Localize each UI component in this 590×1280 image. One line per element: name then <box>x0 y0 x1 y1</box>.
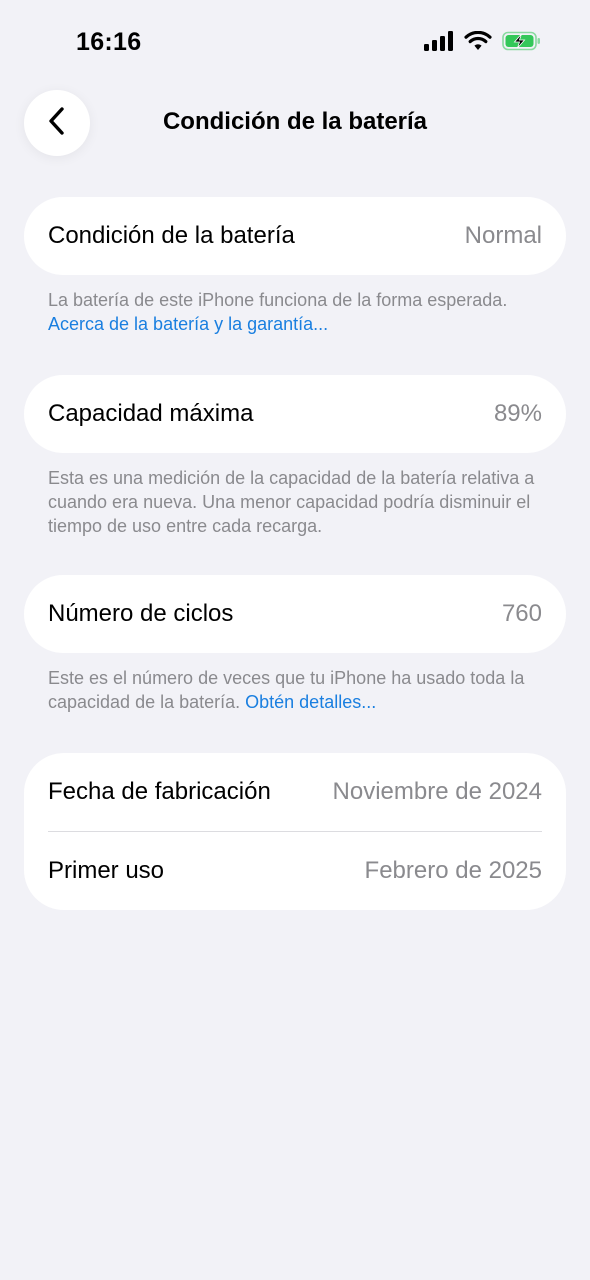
maximum-capacity-value: 89% <box>493 400 542 427</box>
first-use-label: Primer uso <box>48 857 165 884</box>
battery-health-card: Condición de la batería Normal <box>24 197 566 275</box>
cycle-count-row: Número de ciclos 760 <box>24 575 566 653</box>
status-icons <box>424 30 542 56</box>
manufacture-date-row: Fecha de fabricación Noviembre de 2024 <box>24 753 566 831</box>
battery-health-footnote-text: La batería de este iPhone funciona de la… <box>48 290 508 310</box>
cycle-count-value: 760 <box>501 600 542 627</box>
cycle-count-footnote: Este es el número de veces que tu iPhone… <box>48 666 548 714</box>
battery-health-value: Normal <box>464 222 542 249</box>
battery-warranty-link[interactable]: Acerca de la batería y la garantía... <box>48 314 328 334</box>
maximum-capacity-footnote-text: Esta es una medición de la capacidad de … <box>48 468 535 536</box>
maximum-capacity-footnote: Esta es una medición de la capacidad de … <box>48 466 548 538</box>
signal-icon <box>424 31 454 56</box>
status-time: 16:16 <box>76 28 142 56</box>
battery-health-footnote: La batería de este iPhone funciona de la… <box>48 288 548 336</box>
maximum-capacity-row: Capacidad máxima 89% <box>24 375 566 453</box>
cycle-details-link[interactable]: Obtén detalles... <box>245 692 376 712</box>
manufacture-date-value: Noviembre de 2024 <box>332 778 542 805</box>
battery-health-row: Condición de la batería Normal <box>24 197 566 275</box>
maximum-capacity-label: Capacidad máxima <box>48 400 254 427</box>
wifi-icon <box>464 30 492 56</box>
battery-charging-icon <box>502 31 542 56</box>
page-title: Condición de la batería <box>162 108 428 135</box>
first-use-value: Febrero de 2025 <box>364 857 542 884</box>
first-use-row: Primer uso Febrero de 2025 <box>24 832 566 910</box>
cycle-count-card: Número de ciclos 760 <box>24 575 566 653</box>
battery-health-label: Condición de la batería <box>48 222 295 249</box>
cycle-count-label: Número de ciclos <box>48 600 234 627</box>
navigation-bar: Condición de la batería <box>0 88 590 156</box>
status-bar: 16:16 <box>0 0 590 88</box>
dates-card: Fecha de fabricación Noviembre de 2024 P… <box>24 753 566 910</box>
maximum-capacity-card: Capacidad máxima 89% <box>24 375 566 453</box>
manufacture-date-label: Fecha de fabricación <box>48 778 271 805</box>
